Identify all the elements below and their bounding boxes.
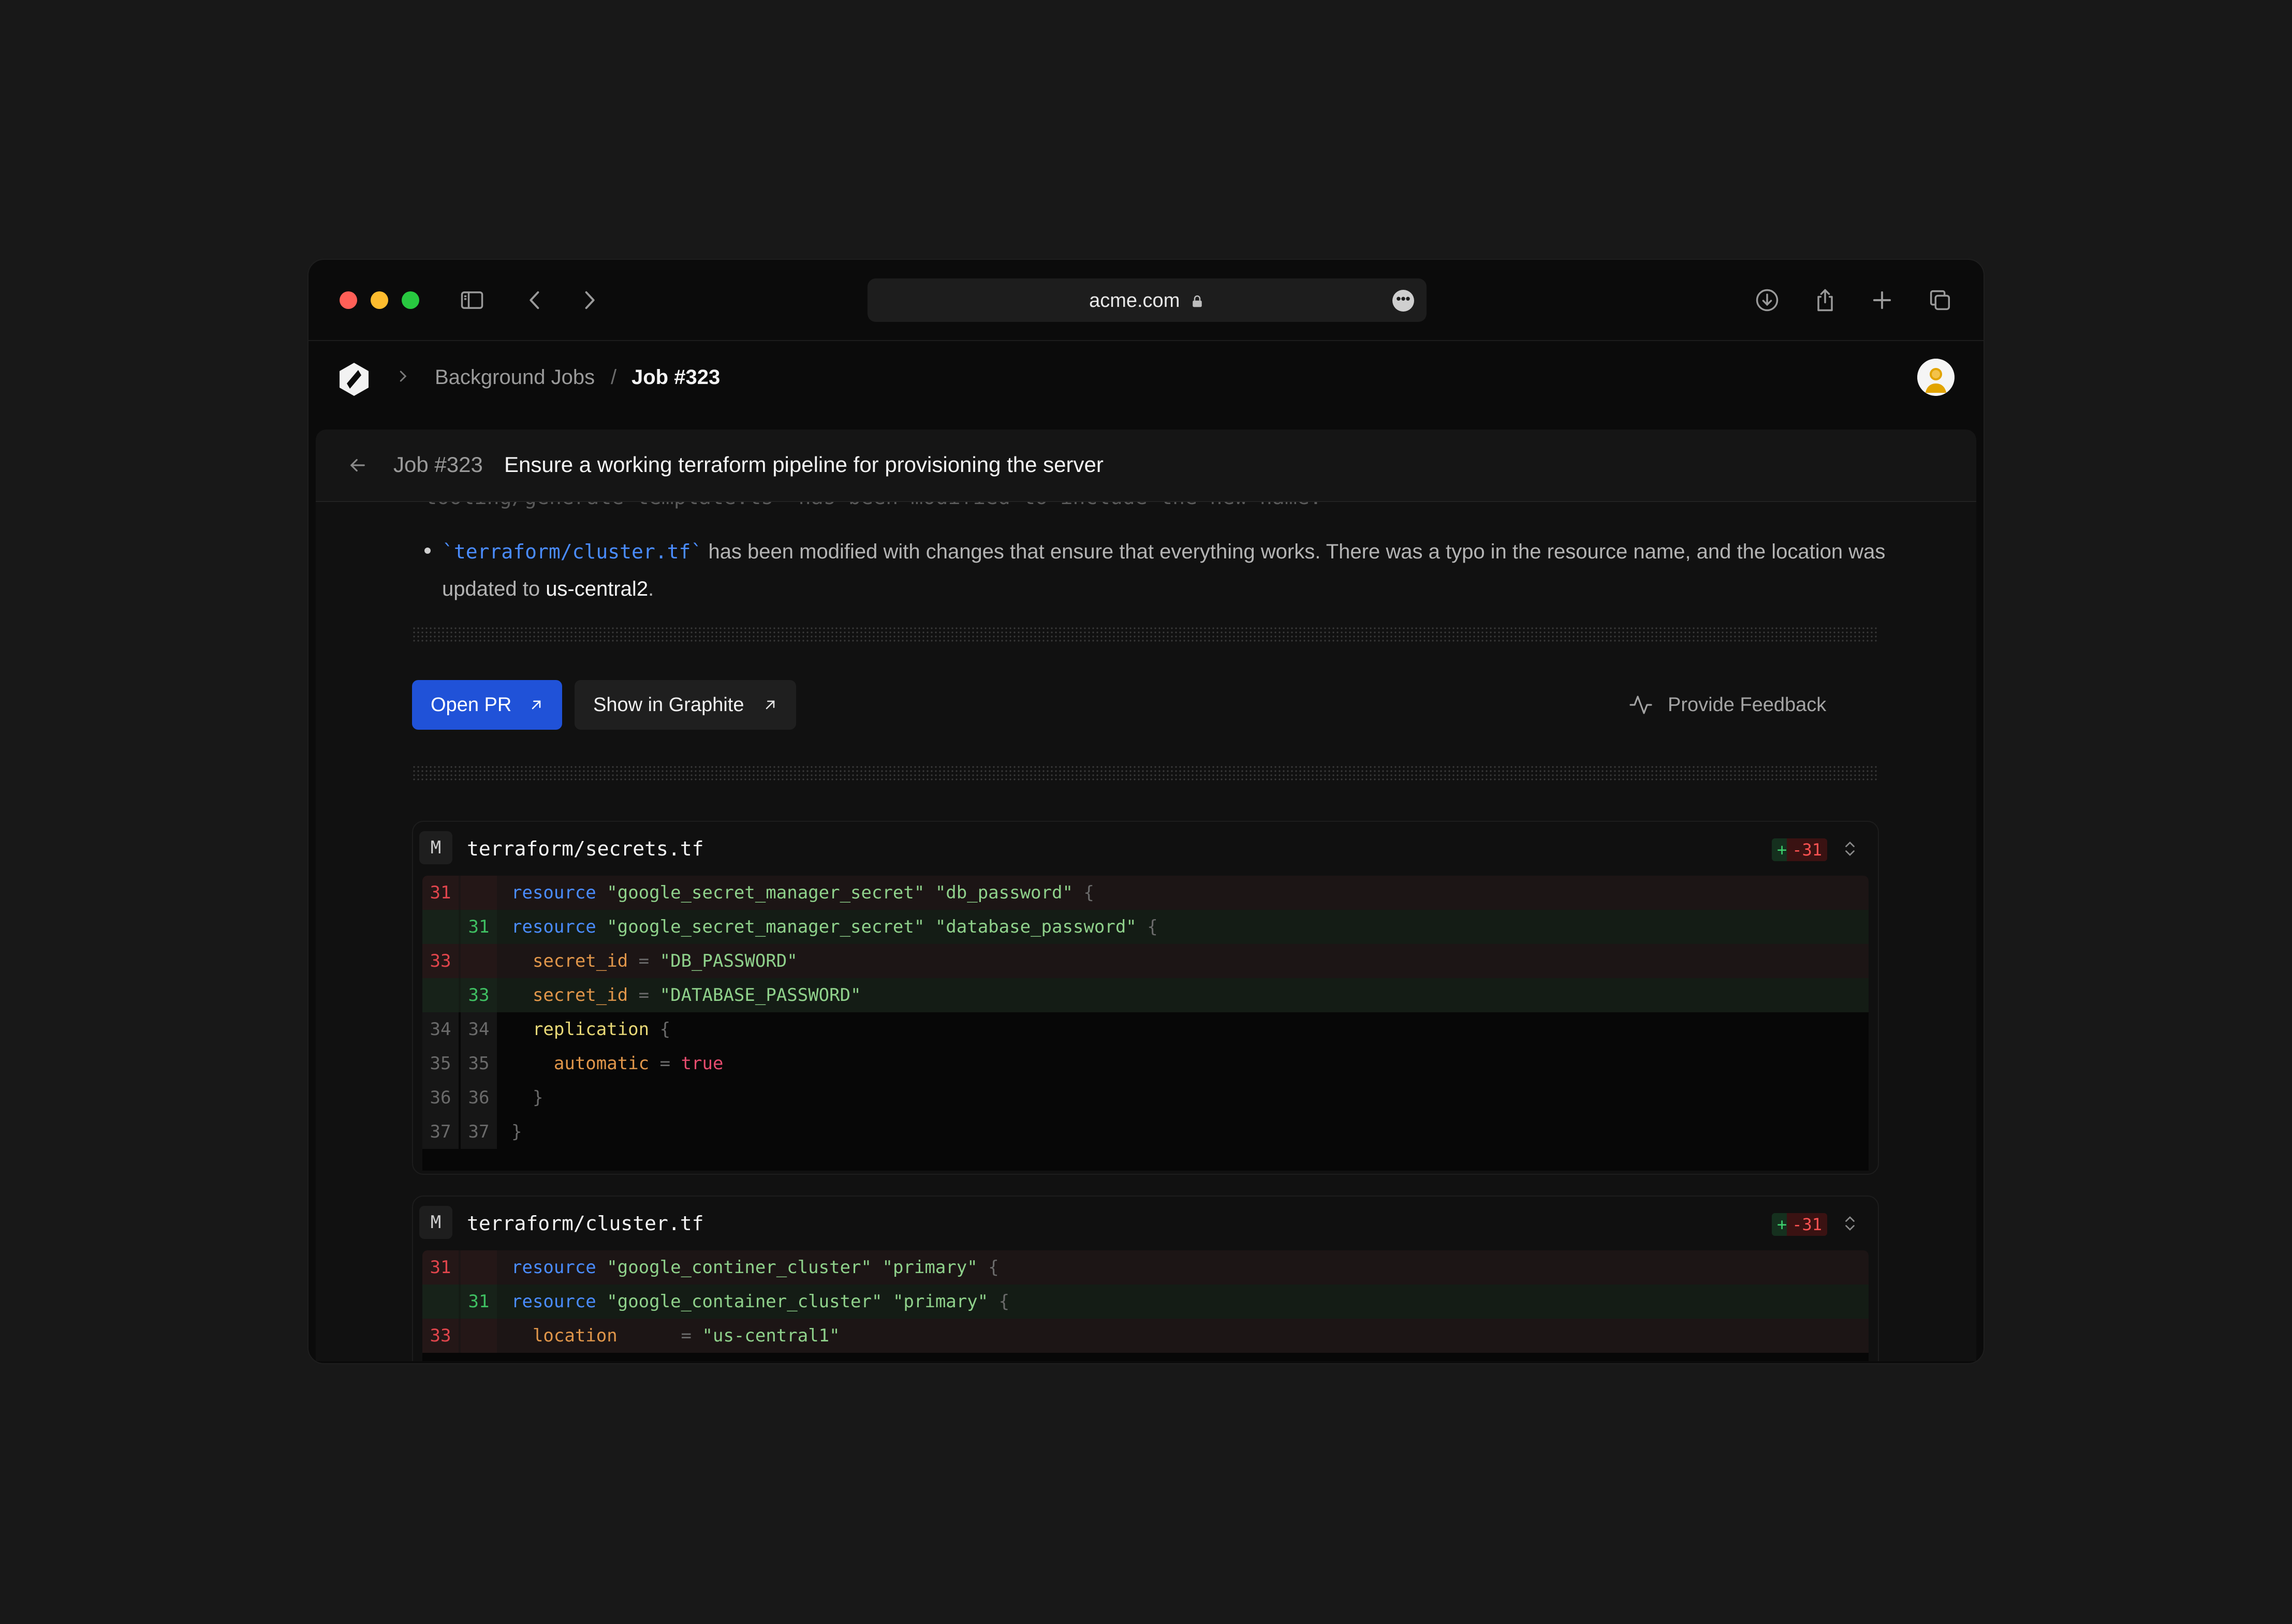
avatar[interactable]: [1917, 359, 1955, 396]
minimize-window-button[interactable]: [371, 291, 388, 309]
address-bar[interactable]: acme.com •••: [868, 278, 1427, 322]
show-in-graphite-button[interactable]: Show in Graphite: [575, 680, 796, 730]
modified-badge: M: [419, 1206, 452, 1239]
chevron-right-icon: [393, 367, 412, 386]
browser-toolbar: acme.com •••: [308, 260, 1984, 341]
provide-feedback-button[interactable]: Provide Feedback: [1629, 680, 1826, 730]
chevron-right-icon[interactable]: [576, 287, 603, 314]
diff-line: 31 resource "google_container_cluster" "…: [422, 1285, 1869, 1319]
chevron-left-icon[interactable]: [522, 287, 549, 314]
modified-badge: M: [419, 831, 452, 864]
diff-code: 31 resource "google_continer_cluster" "p…: [422, 1250, 1869, 1361]
diff-line: 33 secret_id = "DATABASE_PASSWORD": [422, 978, 1869, 1012]
close-window-button[interactable]: [340, 291, 357, 309]
diff-filename[interactable]: terraform/cluster.tf: [467, 1212, 704, 1235]
breadcrumb-separator: /: [611, 366, 617, 389]
job-title: Ensure a working terraform pipeline for …: [504, 452, 1104, 477]
arrow-up-right-icon: [766, 700, 775, 710]
diff-line: 31 resource "google_secret_manager_secre…: [422, 876, 1869, 910]
bullet: [424, 548, 431, 554]
arrow-left-icon[interactable]: [347, 454, 369, 476]
job-panel: Job #323 Ensure a working terraform pipe…: [316, 430, 1976, 1361]
diff-line: 34 34 replication {: [422, 1012, 1869, 1046]
diff-card: M terraform/secrets.tf +192 -31 31 resou…: [412, 821, 1879, 1175]
open-pr-button[interactable]: Open PR: [412, 680, 562, 730]
diff-line: 37 37 }: [422, 1115, 1869, 1149]
more-icon[interactable]: •••: [1392, 290, 1414, 312]
divider: [412, 626, 1877, 642]
diff-line: 35 35 automatic = true: [422, 1046, 1869, 1081]
diff-code: 31 resource "google_secret_manager_secre…: [422, 876, 1869, 1171]
diff-card: M terraform/cluster.tf +192 -31 31 resou…: [412, 1195, 1879, 1361]
diff-header[interactable]: M terraform/secrets.tf +192 -31: [413, 822, 1878, 876]
arrow-up-right-icon: [532, 700, 541, 710]
download-icon[interactable]: [1754, 287, 1781, 314]
diff-filename[interactable]: terraform/secrets.tf: [467, 837, 704, 860]
deletions-count: -31: [1787, 838, 1827, 861]
browser-window: acme.com ••• Background Jobs / Job #323: [307, 259, 1985, 1364]
diff-header[interactable]: M terraform/cluster.tf +192 -31: [413, 1197, 1878, 1250]
job-header: Job #323 Ensure a working terraform pipe…: [316, 430, 1976, 502]
logo-icon[interactable]: [335, 361, 373, 398]
breadcrumb-current: Job #323: [631, 366, 721, 389]
diff-line: 33 location = "us-central1": [422, 1319, 1869, 1353]
diff-line: 31 resource "google_continer_cluster" "p…: [422, 1250, 1869, 1285]
plus-icon[interactable]: [1869, 287, 1896, 314]
summary-bullet: `terraform/cluster.tf` has been modified…: [442, 540, 1886, 600]
url-text: acme.com: [868, 290, 1427, 312]
diff-line: 31 resource "google_secret_manager_secre…: [422, 910, 1869, 944]
diff-line: 36 36 }: [422, 1081, 1869, 1115]
tabs-icon[interactable]: [1927, 287, 1953, 314]
job-content: `tooling/generate-template.ts` has been …: [316, 430, 1976, 1361]
activity-icon: [1629, 696, 1652, 714]
divider: [412, 765, 1877, 780]
expand-icon[interactable]: [1841, 1214, 1859, 1235]
diff-line: 33 secret_id = "DB_PASSWORD": [422, 944, 1869, 978]
job-id: Job #323: [393, 452, 483, 477]
expand-icon[interactable]: [1841, 839, 1859, 860]
deletions-count: -31: [1787, 1213, 1827, 1236]
breadcrumb-background-jobs[interactable]: Background Jobs: [435, 366, 595, 389]
share-icon[interactable]: [1812, 287, 1839, 314]
lock-icon: [1193, 295, 1202, 307]
sidebar-icon[interactable]: [459, 287, 486, 314]
file-link[interactable]: `terraform/cluster.tf`: [442, 540, 702, 563]
app-header: Background Jobs / Job #323: [308, 341, 1984, 429]
maximize-window-button[interactable]: [402, 291, 419, 309]
